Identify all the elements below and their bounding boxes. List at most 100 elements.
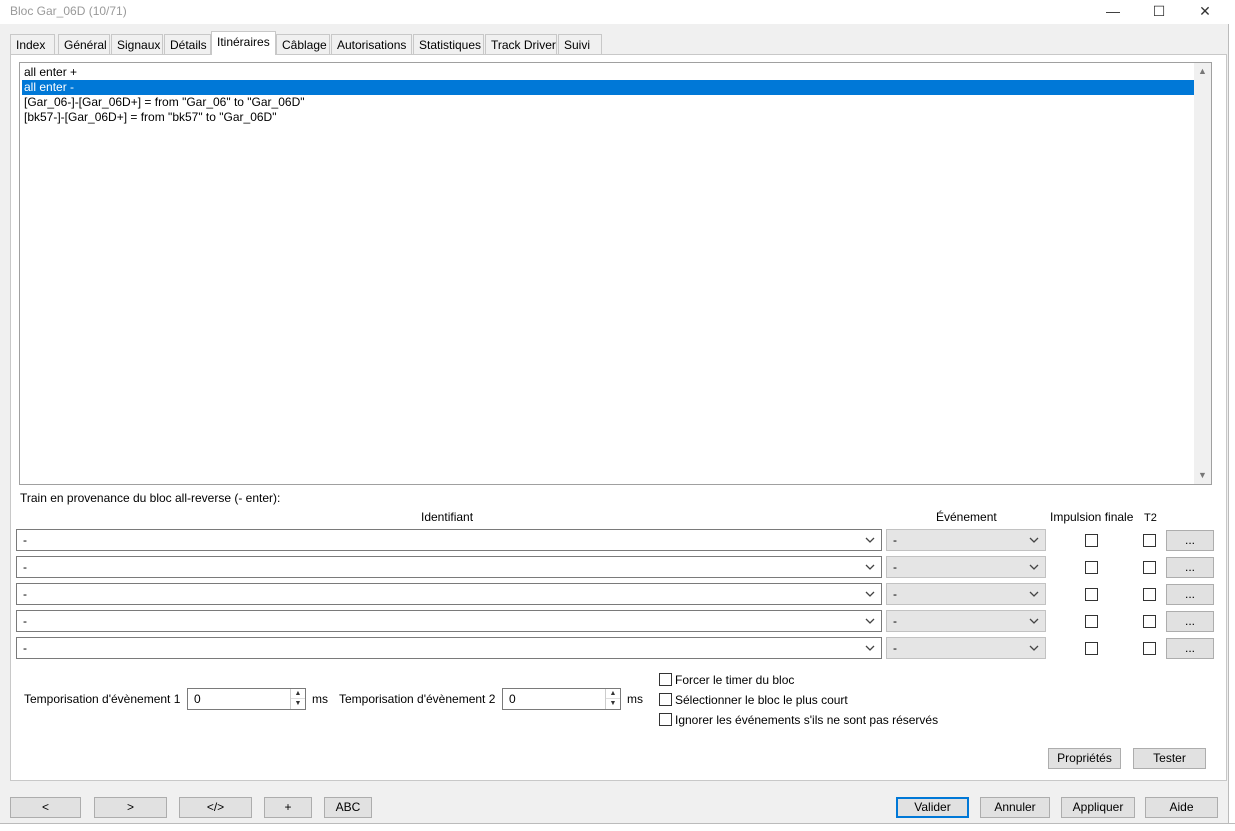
column-header-identifiant: Identifiant	[421, 510, 474, 524]
scroll-up-icon[interactable]: ▲	[1194, 63, 1211, 80]
evenement-combo[interactable]: -	[886, 637, 1046, 659]
chevron-down-icon[interactable]	[864, 640, 876, 656]
minimize-button[interactable]: —	[1091, 0, 1135, 24]
tab-track-driver[interactable]: Track Driver	[485, 34, 557, 54]
chevron-down-icon	[865, 618, 875, 624]
tab-itineraires[interactable]: Itinéraires	[211, 31, 276, 55]
vertical-scrollbar[interactable]: ▲ ▼	[1194, 63, 1211, 484]
chevron-down-icon	[1029, 591, 1039, 597]
t2-checkbox[interactable]	[1143, 534, 1156, 547]
more-button[interactable]: ...	[1166, 530, 1214, 551]
appliquer-button[interactable]: Appliquer	[1061, 797, 1135, 818]
valider-button[interactable]: Valider	[896, 797, 969, 818]
tempo2-stepper[interactable]: ▲ ▼	[605, 689, 620, 709]
step-down-icon[interactable]: ▼	[291, 699, 305, 709]
impulsion-finale-checkbox[interactable]	[1085, 642, 1098, 655]
tester-button[interactable]: Tester	[1133, 748, 1206, 769]
impulsion-finale-checkbox[interactable]	[1085, 534, 1098, 547]
more-button[interactable]: ...	[1166, 638, 1214, 659]
abc-button[interactable]: ABC	[324, 797, 372, 818]
step-down-icon[interactable]: ▼	[606, 699, 620, 709]
list-item[interactable]: [bk57-]-[Gar_06D+] = from "bk57" to "Gar…	[22, 110, 1194, 125]
tempo1-unit: ms	[312, 692, 328, 706]
evenement-combo[interactable]: -	[886, 610, 1046, 632]
chevron-down-icon[interactable]	[1028, 586, 1040, 602]
chevron-down-icon[interactable]	[1028, 559, 1040, 575]
identifiant-value: -	[23, 614, 27, 628]
identifiant-combo[interactable]: -	[16, 637, 882, 659]
previous-button[interactable]: <	[10, 797, 81, 818]
evenement-combo[interactable]: -	[886, 583, 1046, 605]
tab-suivi[interactable]: Suivi	[558, 34, 602, 54]
next-button[interactable]: >	[94, 797, 167, 818]
more-button[interactable]: ...	[1166, 611, 1214, 632]
list-item-selected[interactable]: all enter -	[22, 80, 1194, 95]
impulsion-finale-checkbox[interactable]	[1085, 615, 1098, 628]
option-checkbox-ignorer-evenements[interactable]	[659, 713, 672, 726]
chevron-down-icon[interactable]	[864, 532, 876, 548]
tab-details[interactable]: Détails	[164, 34, 211, 54]
chevron-down-icon[interactable]	[1028, 640, 1040, 656]
chevron-down-icon	[1029, 645, 1039, 651]
option-label-ignorer-evenements: Ignorer les événements s'ils ne sont pas…	[675, 713, 939, 727]
t2-checkbox[interactable]	[1143, 642, 1156, 655]
annuler-button[interactable]: Annuler	[980, 797, 1050, 818]
tempo1-value: 0	[194, 692, 201, 706]
evenement-combo[interactable]: -	[886, 556, 1046, 578]
chevron-down-icon[interactable]	[864, 613, 876, 629]
tab-autorisations[interactable]: Autorisations	[331, 34, 412, 54]
tab-statistiques[interactable]: Statistiques	[413, 34, 484, 54]
chevron-down-icon[interactable]	[864, 559, 876, 575]
proprietes-button[interactable]: Propriétés	[1048, 748, 1121, 769]
more-button[interactable]: ...	[1166, 557, 1214, 578]
impulsion-finale-checkbox[interactable]	[1085, 561, 1098, 574]
tab-signaux[interactable]: Signaux	[111, 34, 163, 54]
identifiant-value: -	[23, 641, 27, 655]
tab-cablage[interactable]: Câblage	[276, 34, 330, 54]
chevron-down-icon	[1029, 618, 1039, 624]
maximize-button[interactable]: ☐	[1137, 0, 1181, 24]
option-checkbox-forcer-timer[interactable]	[659, 673, 672, 686]
identifiant-value: -	[23, 533, 27, 547]
identifiant-combo[interactable]: -	[16, 529, 882, 551]
aide-button[interactable]: Aide	[1145, 797, 1218, 818]
list-item[interactable]: [Gar_06-]-[Gar_06D+] = from "Gar_06" to …	[22, 95, 1194, 110]
column-header-impulsion: Impulsion finale	[1050, 510, 1134, 524]
tab-general[interactable]: Général	[58, 34, 110, 54]
scroll-down-icon[interactable]: ▼	[1194, 467, 1211, 484]
t2-checkbox[interactable]	[1143, 588, 1156, 601]
option-checkbox-bloc-plus-court[interactable]	[659, 693, 672, 706]
title-bar: Bloc Gar_06D (10/71) — ☐ ✕	[0, 0, 1235, 24]
tab-index[interactable]: Index	[10, 34, 55, 54]
close-button[interactable]: ✕	[1183, 0, 1227, 24]
impulsion-finale-checkbox[interactable]	[1085, 588, 1098, 601]
identifiant-combo[interactable]: -	[16, 583, 882, 605]
tempo2-spinbox[interactable]: 0 ▲ ▼	[502, 688, 621, 710]
identifiant-combo[interactable]: -	[16, 610, 882, 632]
add-button[interactable]: +	[264, 797, 312, 818]
list-item[interactable]: all enter +	[22, 65, 1194, 80]
identifiant-combo[interactable]: -	[16, 556, 882, 578]
t2-checkbox[interactable]	[1143, 615, 1156, 628]
chevron-down-icon[interactable]	[864, 586, 876, 602]
step-up-icon[interactable]: ▲	[291, 689, 305, 699]
t2-checkbox[interactable]	[1143, 561, 1156, 574]
tempo1-label: Temporisation d'évènement 1	[24, 692, 181, 706]
routes-listbox[interactable]: all enter + all enter - [Gar_06-]-[Gar_0…	[19, 62, 1212, 485]
evenement-combo[interactable]: -	[886, 529, 1046, 551]
chevron-down-icon	[865, 645, 875, 651]
xml-button[interactable]: </>	[179, 797, 252, 818]
tempo2-value: 0	[509, 692, 516, 706]
more-button[interactable]: ...	[1166, 584, 1214, 605]
evenement-value: -	[893, 533, 897, 547]
chevron-down-icon	[865, 537, 875, 543]
chevron-down-icon[interactable]	[1028, 532, 1040, 548]
tempo1-spinbox[interactable]: 0 ▲ ▼	[187, 688, 306, 710]
chevron-down-icon	[865, 591, 875, 597]
step-up-icon[interactable]: ▲	[606, 689, 620, 699]
chevron-down-icon[interactable]	[1028, 613, 1040, 629]
window-title: Bloc Gar_06D (10/71)	[10, 4, 127, 18]
tempo1-stepper[interactable]: ▲ ▼	[290, 689, 305, 709]
identifiant-value: -	[23, 587, 27, 601]
option-label-bloc-plus-court: Sélectionner le bloc le plus court	[675, 693, 848, 707]
